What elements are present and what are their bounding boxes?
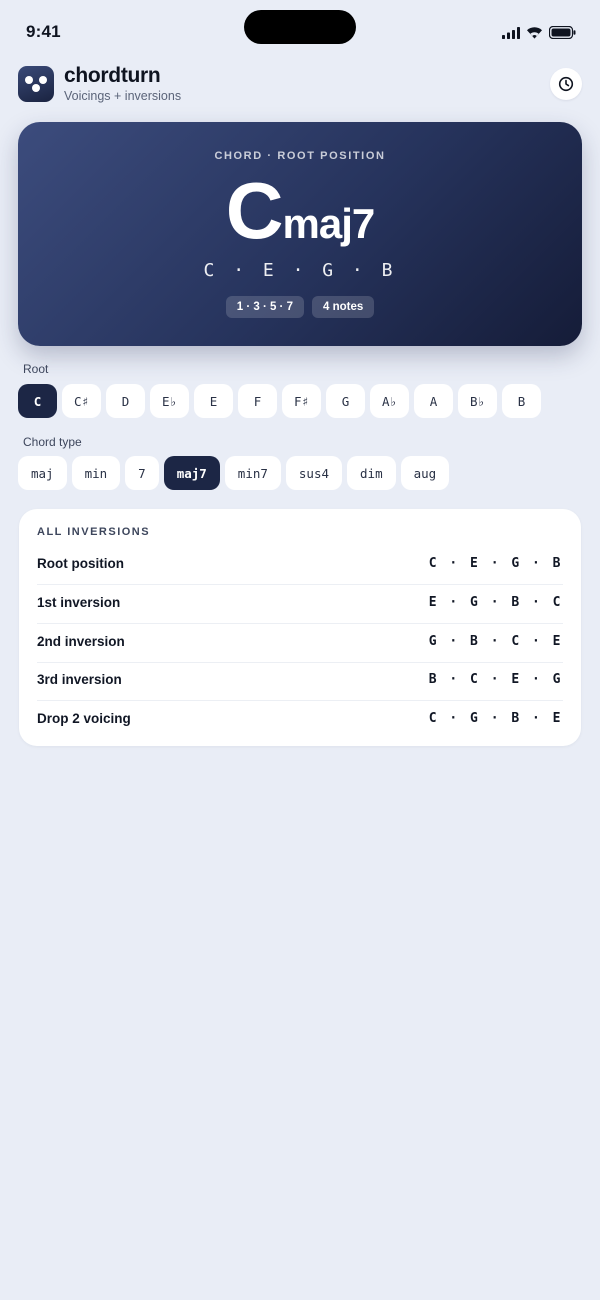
chord-root: C: [225, 166, 284, 255]
status-bar: 9:41: [0, 0, 600, 64]
inversion-name: 3rd inversion: [37, 672, 122, 687]
type-option-min7[interactable]: min7: [224, 456, 281, 490]
inversion-notes: C · E · G · B: [428, 556, 563, 571]
inversion-row-drop2[interactable]: Drop 2 voicing C · G · B · E: [37, 701, 563, 739]
root-option-g[interactable]: G: [326, 384, 365, 418]
inversion-name: Root position: [37, 556, 124, 571]
app-logo: [18, 66, 54, 102]
chord-quality: maj7: [282, 200, 376, 247]
root-option-b-flat[interactable]: B♭: [458, 384, 497, 418]
root-option-c-sharp[interactable]: C♯: [62, 384, 101, 418]
status-icons: [502, 26, 576, 39]
type-option-maj[interactable]: maj: [18, 456, 67, 490]
clock-icon: [558, 76, 574, 92]
logo-dot: [25, 76, 33, 84]
type-option-maj7[interactable]: maj7: [163, 456, 220, 490]
logo-dot: [32, 84, 40, 92]
chord-badges: 1 · 3 · 5 · 7 4 notes: [18, 296, 582, 318]
root-option-f-sharp[interactable]: F♯: [282, 384, 321, 418]
app-header: chordturn Voicings + inversions: [18, 64, 582, 104]
note-count-badge: 4 notes: [311, 296, 375, 318]
root-section-label: Root: [23, 362, 49, 376]
chord-notes: C · E · G · B: [203, 260, 397, 281]
history-button[interactable]: [550, 68, 582, 100]
app-title: chordturn: [64, 64, 161, 87]
inversion-name: 1st inversion: [37, 595, 121, 610]
inversion-row-third[interactable]: 3rd inversion B · C · E · G: [37, 662, 563, 701]
root-option-f[interactable]: F: [238, 384, 277, 418]
inversion-notes: B · C · E · G: [428, 672, 563, 687]
inversion-row-second[interactable]: 2nd inversion G · B · C · E: [37, 624, 563, 663]
chord-symbol: Cmaj7: [18, 166, 582, 256]
wifi-icon: [527, 26, 542, 38]
status-time: 9:41: [26, 22, 61, 41]
type-option-7[interactable]: 7: [125, 456, 159, 490]
root-selector: C C♯ D E♭ E F F♯ G A♭ A B♭ B: [18, 384, 541, 418]
root-option-e-flat[interactable]: E♭: [150, 384, 189, 418]
inversion-row-first[interactable]: 1st inversion E · G · B · C: [37, 585, 563, 624]
inversions-card: ALL INVERSIONS Root position C · E · G ·…: [19, 509, 581, 746]
type-option-min[interactable]: min: [71, 456, 121, 490]
root-option-a-flat[interactable]: A♭: [370, 384, 409, 418]
chord-position-label: CHORD · ROOT POSITION: [214, 150, 386, 162]
app-subtitle: Voicings + inversions: [64, 89, 182, 103]
type-option-dim[interactable]: dim: [347, 456, 396, 490]
inversion-notes: G · B · C · E: [428, 634, 563, 649]
root-option-a[interactable]: A: [414, 384, 453, 418]
battery-icon: [549, 26, 576, 39]
type-option-aug[interactable]: aug: [400, 456, 450, 490]
inversion-name: 2nd inversion: [37, 634, 125, 649]
inversions-heading: ALL INVERSIONS: [37, 526, 151, 538]
inversion-notes: E · G · B · C: [428, 595, 563, 610]
type-option-sus4[interactable]: sus4: [285, 456, 343, 490]
root-option-b[interactable]: B: [502, 384, 541, 418]
chord-hero-card: CHORD · ROOT POSITION Cmaj7 C · E · G · …: [18, 122, 582, 346]
logo-dot: [39, 76, 47, 84]
signal-icon: [502, 26, 520, 39]
type-section-label: Chord type: [23, 435, 82, 449]
chord-type-selector: maj min 7 maj7 min7 sus4 dim aug: [18, 456, 450, 490]
inversion-name: Drop 2 voicing: [37, 711, 131, 726]
root-option-c[interactable]: C: [18, 384, 57, 418]
root-option-d[interactable]: D: [106, 384, 145, 418]
intervals-badge: 1 · 3 · 5 · 7: [225, 296, 304, 318]
inversion-notes: C · G · B · E: [428, 711, 563, 726]
dynamic-island: [244, 10, 356, 44]
inversion-row-root[interactable]: Root position C · E · G · B: [37, 546, 563, 585]
root-option-e[interactable]: E: [194, 384, 233, 418]
